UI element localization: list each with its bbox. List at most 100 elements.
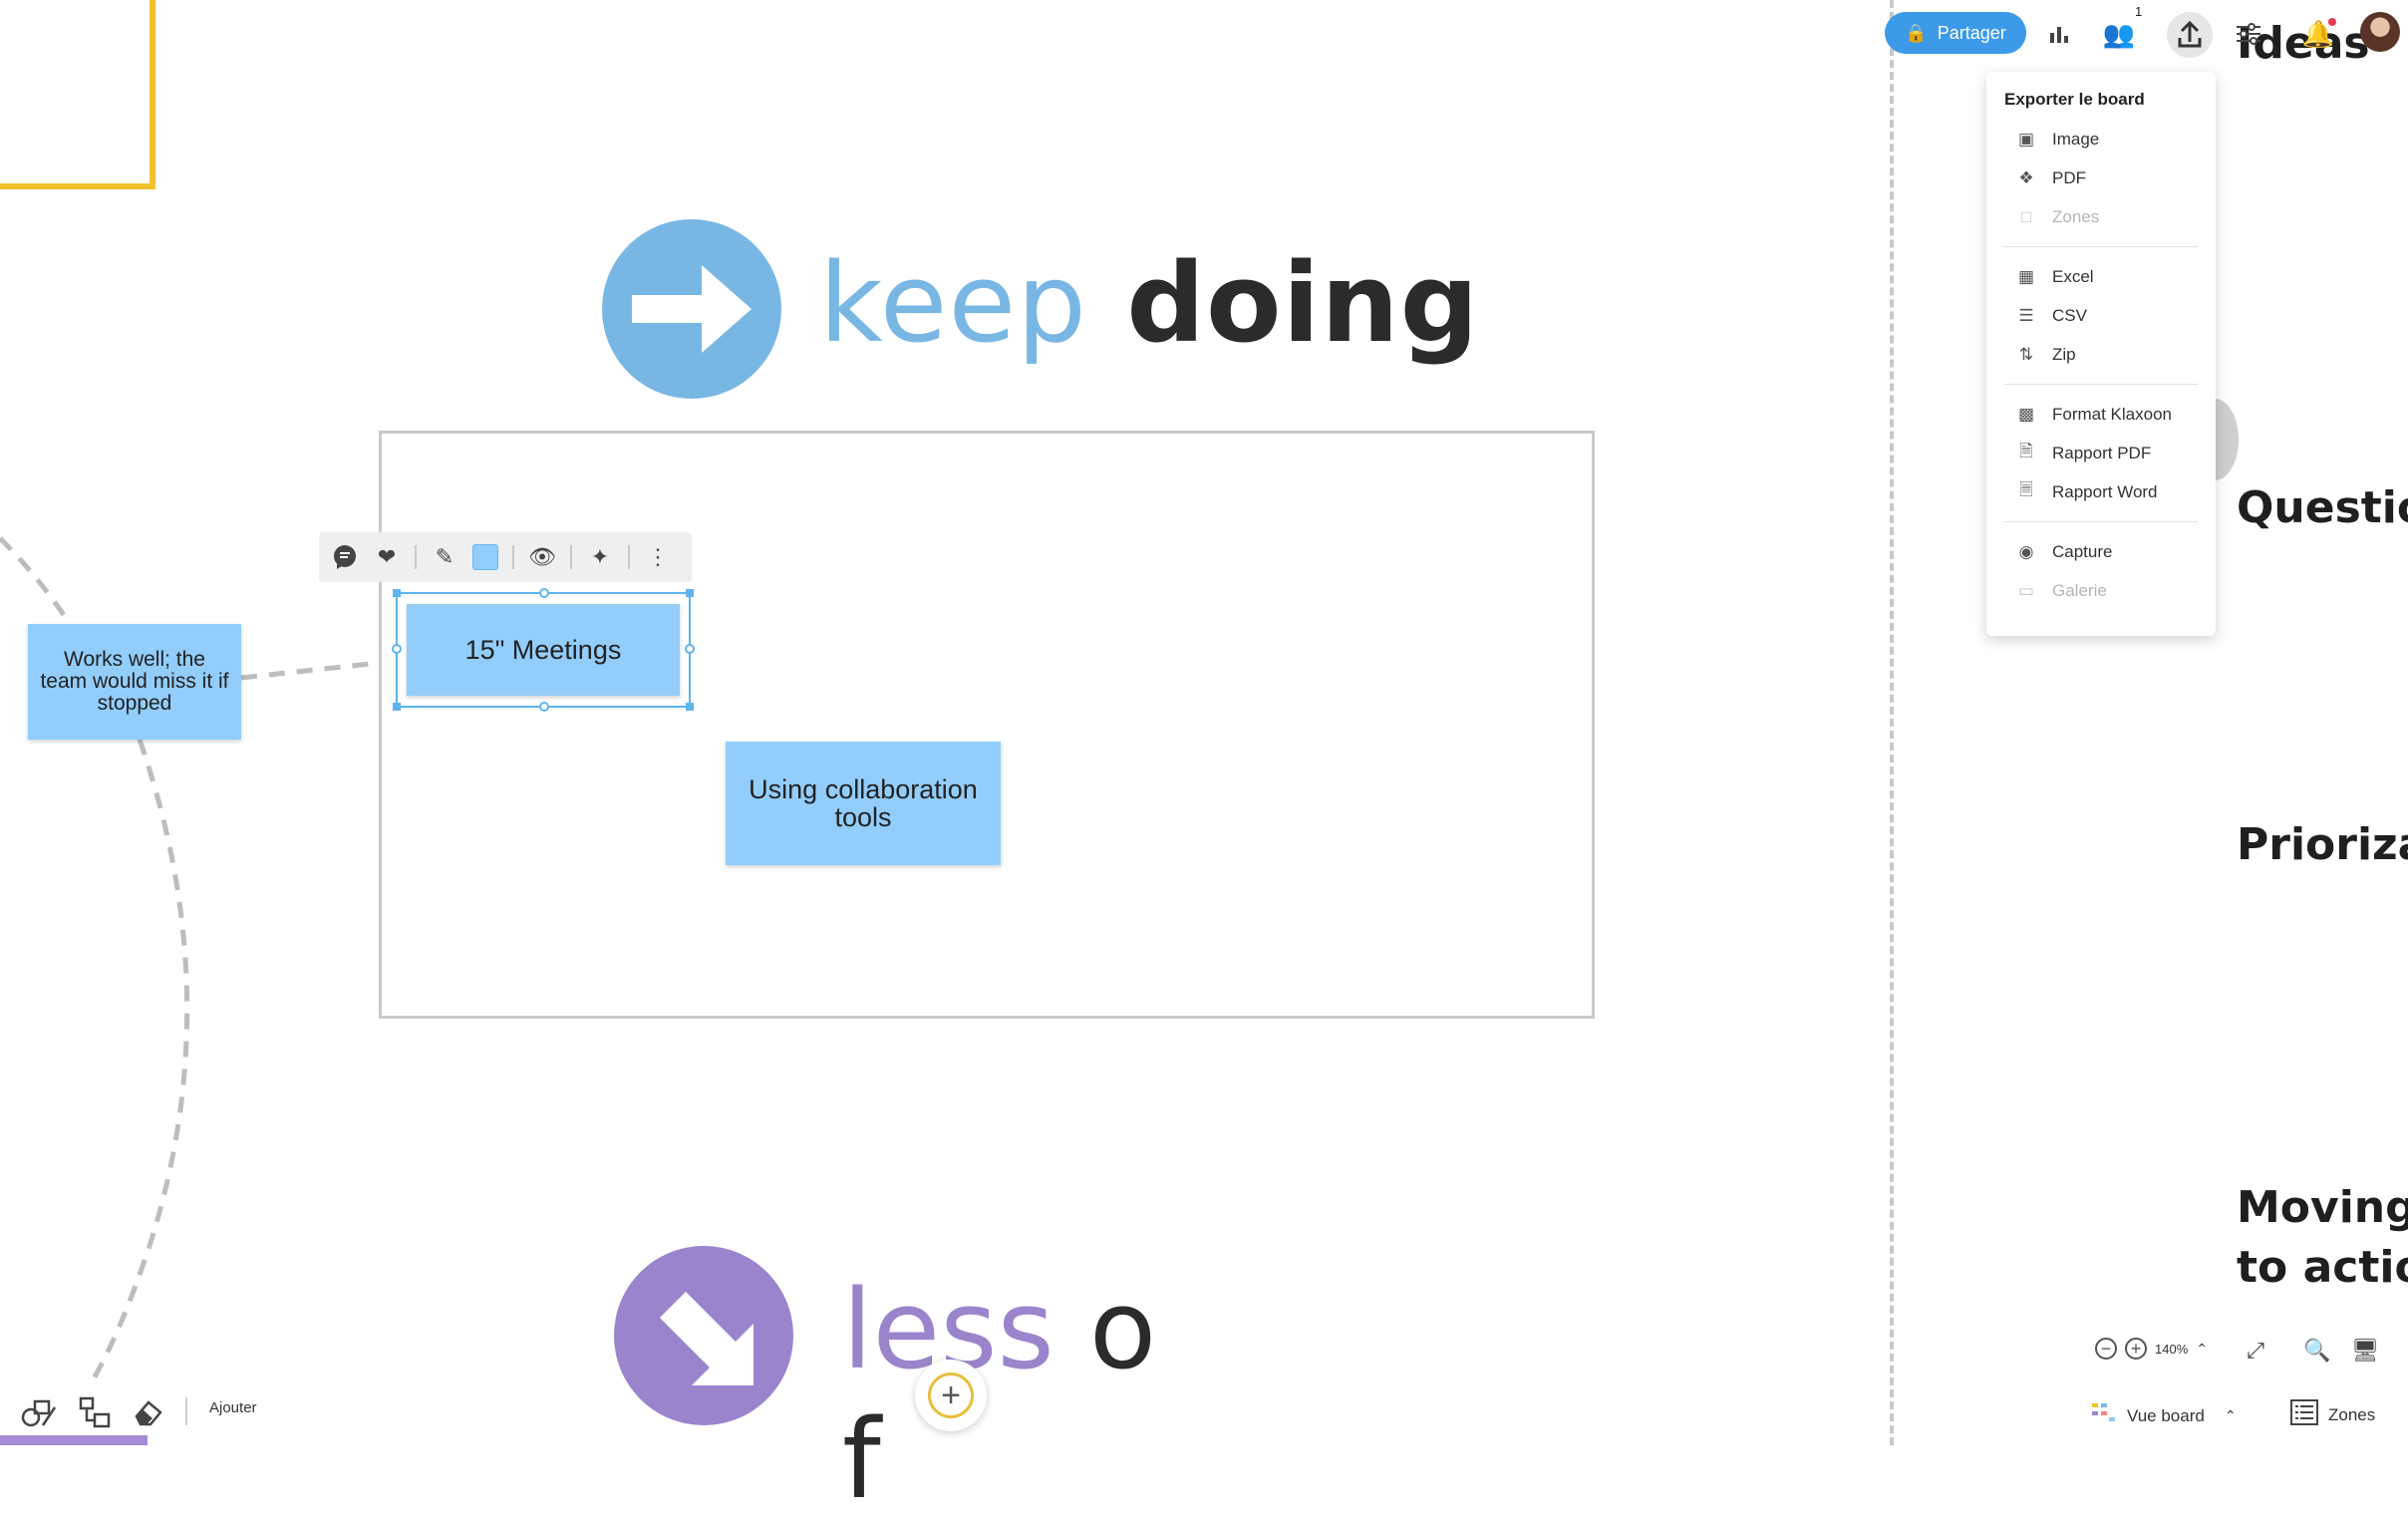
- avatar[interactable]: [2360, 12, 2400, 52]
- add-button[interactable]: +: [915, 1360, 987, 1431]
- menu-item-rapport-word[interactable]: 🗏 Rapport Word: [1986, 472, 2216, 511]
- eraser-icon[interactable]: [130, 1393, 167, 1431]
- share-button[interactable]: 🔒 Partager: [1885, 12, 2026, 54]
- zone-title-to-action: to actio: [2237, 1242, 2408, 1293]
- less-of-heading-line2: f: [842, 1395, 881, 1523]
- of-word: o: [1088, 1266, 1157, 1393]
- eye-icon[interactable]: 👁: [528, 543, 556, 571]
- export-menu-title: Exporter le board: [2004, 90, 2145, 109]
- menu-item-label: CSV: [2052, 305, 2087, 325]
- image-icon: ▣: [2017, 129, 2035, 149]
- toolbar-separator: [512, 545, 514, 569]
- zones-list-icon: [2290, 1399, 2318, 1430]
- participants-icon[interactable]: 👥: [2099, 14, 2139, 54]
- menu-item-label: Galerie: [2052, 580, 2107, 600]
- chevron-up-icon[interactable]: ⌃: [2196, 1341, 2208, 1358]
- comment-icon[interactable]: [331, 543, 359, 571]
- report-word-icon: 🗏: [2019, 480, 2033, 499]
- toolbar-separator: [415, 545, 417, 569]
- toolbar-separator: [628, 545, 630, 569]
- color-strip: [0, 1435, 148, 1445]
- resize-handle[interactable]: [685, 644, 695, 654]
- view-board-icon: [2091, 1401, 2117, 1430]
- export-button[interactable]: [2167, 12, 2213, 58]
- view-board-label: Vue board: [2127, 1405, 2205, 1425]
- menu-item-image[interactable]: ▣ Image: [1986, 120, 2216, 158]
- menu-item-label: Rapport Word: [2052, 481, 2158, 501]
- zones-label: Zones: [2328, 1404, 2376, 1424]
- more-icon[interactable]: ⋮: [644, 543, 672, 571]
- menu-item-zip[interactable]: ⇅ Zip: [1986, 335, 2216, 374]
- plus-icon: +: [928, 1372, 974, 1418]
- menu-item-galerie: ▭ Galerie: [1986, 571, 2216, 610]
- menu-item-label: Zones: [2052, 206, 2100, 226]
- heart-icon[interactable]: ❤: [373, 543, 401, 571]
- less-of-arrow-icon: [614, 1246, 793, 1425]
- zoom-level[interactable]: 140%: [2155, 1342, 2188, 1357]
- resize-handle[interactable]: [539, 702, 549, 712]
- zoom-out-icon[interactable]: −: [2095, 1338, 2117, 1360]
- present-icon[interactable]: 🖥: [2350, 1336, 2380, 1366]
- resize-handle[interactable]: [686, 703, 694, 711]
- add-tool-label[interactable]: Ajouter: [209, 1399, 257, 1416]
- menu-item-pdf[interactable]: ❖ PDF: [1986, 158, 2216, 197]
- menu-item-label: PDF: [2052, 167, 2086, 187]
- zoom-control: − + 140% ⌃: [2095, 1338, 2208, 1360]
- shape-tool-icon[interactable]: [20, 1393, 58, 1431]
- sticky-note-collaboration-tools[interactable]: Using collaboration tools: [726, 742, 1001, 865]
- fullscreen-icon[interactable]: ⤢: [2241, 1336, 2270, 1366]
- menu-item-csv[interactable]: ☰ CSV: [1986, 296, 2216, 335]
- chevron-up-icon: ⌃: [2224, 1407, 2237, 1423]
- menu-separator: [2004, 246, 2198, 247]
- excel-icon: ▦: [2017, 266, 2035, 286]
- keep-doing-arrow-icon: [602, 219, 781, 399]
- notification-dot: [2328, 18, 2336, 26]
- resize-handle[interactable]: [393, 703, 401, 711]
- zones-icon: □: [2020, 206, 2032, 226]
- board-search-icon[interactable]: 🔍: [2302, 1336, 2332, 1366]
- capture-icon: ◉: [2018, 541, 2034, 561]
- toolbar-separator: [185, 1397, 187, 1425]
- resize-handle[interactable]: [539, 588, 549, 598]
- report-pdf-icon: 🗎: [2019, 442, 2033, 460]
- menu-item-zones: □ Zones: [1986, 197, 2216, 236]
- gallery-icon: ▭: [2017, 580, 2035, 600]
- pencil-icon[interactable]: ✎: [431, 543, 458, 571]
- toolbar-separator: [570, 545, 572, 569]
- stats-icon[interactable]: [2039, 14, 2079, 54]
- sticky-note-works-well[interactable]: Works well; the team would miss it if st…: [28, 624, 241, 740]
- settings-sliders-icon[interactable]: [2229, 14, 2268, 54]
- color-swatch[interactable]: [472, 544, 498, 570]
- resize-handle[interactable]: [686, 589, 694, 597]
- note-toolbar: ❤ ✎ 👁 ✦ ⋮: [319, 532, 692, 582]
- resize-handle[interactable]: [393, 589, 401, 597]
- selection-box[interactable]: [392, 588, 695, 712]
- view-board-control[interactable]: Vue board ⌃: [2091, 1401, 2237, 1430]
- menu-item-label: Rapport PDF: [2052, 443, 2152, 462]
- share-label: Partager: [1937, 22, 2006, 43]
- menu-item-rapport-pdf[interactable]: 🗎 Rapport PDF: [1986, 434, 2216, 472]
- zone-title-priorization: Prioriza: [2237, 819, 2408, 870]
- menu-item-excel[interactable]: ▦ Excel: [1986, 257, 2216, 296]
- zone-title-moving: Moving: [2237, 1182, 2408, 1233]
- export-menu: Exporter le board ▣ Image ❖ PDF □ Zones …: [1986, 72, 2216, 636]
- doing-word: doing: [1126, 239, 1480, 367]
- menu-item-capture[interactable]: ◉ Capture: [1986, 532, 2216, 571]
- menu-item-label: Zip: [2052, 344, 2076, 364]
- keep-doing-heading: keep doing: [819, 239, 1479, 367]
- menu-item-label: Capture: [2052, 541, 2113, 561]
- menu-item-format-klaxoon[interactable]: ▩ Format Klaxoon: [1986, 395, 2216, 434]
- resize-handle[interactable]: [392, 644, 402, 654]
- zoom-in-icon[interactable]: +: [2125, 1338, 2147, 1360]
- klaxoon-icon: ▩: [2017, 404, 2035, 424]
- menu-item-label: Image: [2052, 129, 2100, 149]
- sparkle-icon[interactable]: ✦: [586, 543, 614, 571]
- connector-tool-icon[interactable]: [76, 1393, 114, 1431]
- menu-item-label: Excel: [2052, 266, 2094, 286]
- keep-word: keep: [819, 239, 1087, 367]
- menu-item-label: Format Klaxoon: [2052, 404, 2172, 424]
- participants-count: 1: [2135, 4, 2143, 19]
- pdf-icon: ❖: [2018, 167, 2034, 187]
- zones-control[interactable]: Zones: [2290, 1399, 2375, 1430]
- zone-divider: [1890, 0, 1894, 1445]
